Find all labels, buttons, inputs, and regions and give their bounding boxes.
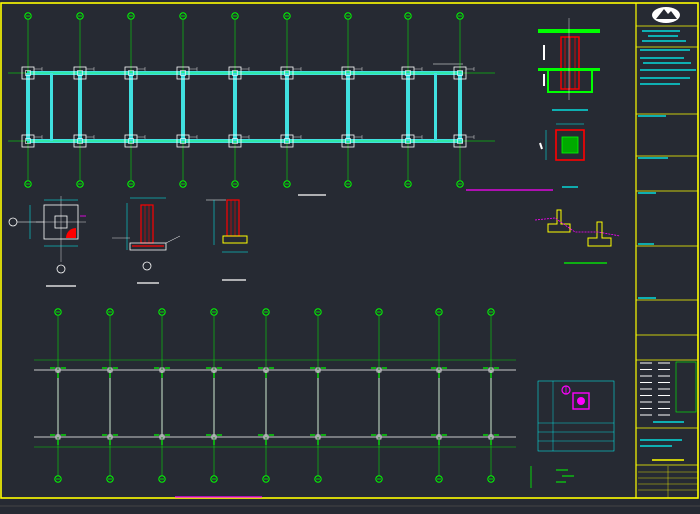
title-block [636, 7, 698, 498]
foundation-plan-bottom [34, 308, 516, 483]
column-footing-detail-1 [8, 196, 86, 287]
tie-beam [346, 73, 350, 141]
tie-beam [233, 73, 237, 141]
grid-axis-top-5 [228, 12, 250, 188]
tie-beam [26, 73, 30, 141]
grid-axis-bottom-8 [431, 308, 447, 483]
grid-axis-bottom-9 [483, 308, 499, 483]
grid-axis-top-8 [401, 12, 423, 188]
column-footing-detail-3 [206, 199, 248, 281]
tie-beam [406, 73, 410, 141]
grid-axis-bottom-4 [206, 308, 222, 483]
tie-beam [285, 73, 289, 141]
general-notes-block [530, 466, 574, 488]
grid-axis-top-4 [176, 12, 198, 188]
grid-axis-bottom-6 [310, 308, 326, 483]
title-sub-table [675, 361, 697, 413]
pile-detail-table [537, 380, 615, 452]
grid-axis-bottom-5 [258, 308, 274, 483]
grid-axis-bottom-2 [102, 308, 118, 483]
grid-axis-top-1 [21, 12, 43, 188]
mountain-emblem-icon [652, 7, 680, 23]
tie-beam [181, 73, 185, 141]
tie-beam [458, 73, 462, 141]
foundation-plan-top [8, 12, 553, 196]
grid-axis-bottom-1 [50, 308, 66, 483]
grid-axis-bottom-7 [371, 308, 387, 483]
cad-drawing-canvas [0, 2, 700, 507]
tie-beam [78, 73, 82, 141]
grid-axis-top-7 [341, 12, 363, 188]
grid-axis-top-9 [453, 12, 475, 188]
tie-beam [129, 73, 133, 141]
grid-axis-top-3 [124, 12, 146, 188]
grid-axis-bottom-3 [154, 308, 170, 483]
grid-axis-top-6 [280, 12, 302, 188]
column-footing-detail-2 [112, 197, 181, 284]
grid-axis-top-2 [73, 12, 95, 188]
column-section-detail [538, 18, 600, 111]
column-plan-detail [539, 123, 585, 188]
retaining-wall-detail [534, 209, 621, 264]
